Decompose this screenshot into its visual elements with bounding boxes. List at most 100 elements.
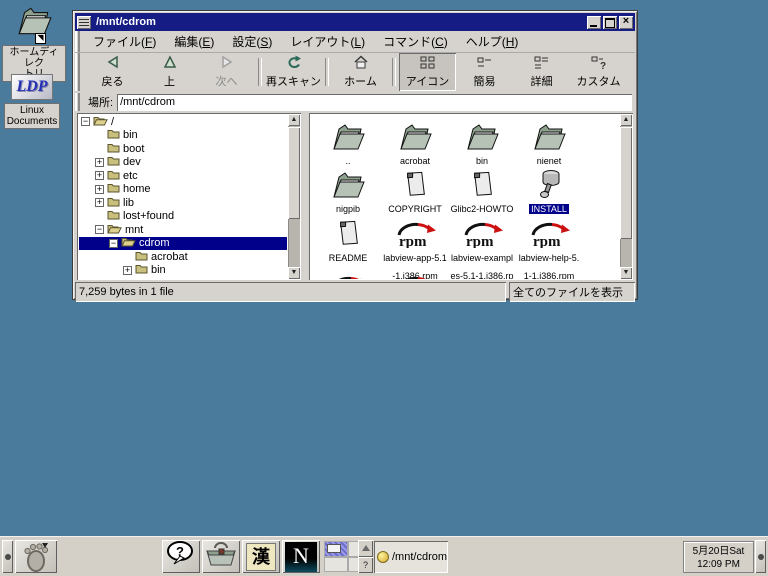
scroll-up-icon[interactable]: ▲: [620, 114, 632, 126]
directory-tree-pane: −/binboot+dev+etc+home+liblost+found−mnt…: [77, 113, 301, 280]
menu-item-help[interactable]: ヘルプ(H): [457, 31, 528, 52]
panel-hide-right-button[interactable]: [755, 540, 766, 573]
menu-item-settings[interactable]: 設定(S): [223, 31, 281, 52]
help-bubble-icon: ?: [166, 541, 196, 572]
expand-icon[interactable]: +: [95, 158, 104, 167]
tasklist-question-icon[interactable]: ?: [358, 557, 373, 574]
tasklist-mini-applet[interactable]: ?: [358, 540, 373, 573]
toolbar-button-forward[interactable]: 次へ: [198, 53, 255, 91]
scroll-down-icon[interactable]: ▼: [620, 267, 632, 279]
tree-item-/[interactable]: −/: [79, 115, 287, 129]
toolbar-button-up[interactable]: 上: [141, 53, 198, 91]
desktop-icon-ldp[interactable]: LDP Linux Documents: [0, 74, 64, 129]
toolbar-button-home[interactable]: ホーム: [332, 53, 389, 91]
tree-item-acrobat[interactable]: acrobat: [79, 250, 287, 264]
panel-hide-left-button[interactable]: [2, 540, 13, 573]
window-menu-icon[interactable]: [77, 16, 91, 29]
gnome-foot-icon: [23, 542, 49, 572]
file-README[interactable]: README: [316, 216, 380, 266]
menu-item-layout[interactable]: レイアウト(L): [281, 31, 374, 52]
file-Glibc2-HOWTO[interactable]: Glibc2-HOWTO: [450, 167, 514, 217]
menu-item-edit[interactable]: 編集(E): [165, 31, 223, 52]
file-label-text: COPYRIGHT: [388, 204, 442, 214]
file-acrobat[interactable]: acrobat: [383, 119, 447, 169]
maximize-button[interactable]: [603, 16, 617, 29]
scroll-up-icon[interactable]: ▲: [288, 114, 300, 126]
rpm-icon: rpm: [450, 216, 514, 248]
toolbar-button-brief-view[interactable]: 簡易: [456, 53, 513, 91]
expand-icon[interactable]: +: [95, 171, 104, 180]
tree-item-bin[interactable]: +bin: [79, 264, 287, 278]
folder-icon: [450, 119, 514, 151]
location-grip[interactable]: [75, 93, 80, 111]
tasklist-arrow-icon[interactable]: [358, 540, 373, 557]
file-bin[interactable]: bin: [450, 119, 514, 169]
launcher-help[interactable]: ?: [162, 540, 200, 573]
tree-item-lib[interactable]: +lib: [79, 196, 287, 210]
home-icon: [353, 55, 369, 72]
tree-item-dev[interactable]: +dev: [79, 156, 287, 170]
toolbar-button-rescan[interactable]: 再スキャン: [265, 53, 322, 91]
desktop-icon-home-directory[interactable]: ◥ ホームディレク トリ: [2, 5, 66, 82]
tree-item-home[interactable]: +home: [79, 183, 287, 197]
file-INSTALL[interactable]: INSTALL: [517, 167, 581, 217]
file-manager-window: /mnt/cdrom × ファイル(F)編集(E)設定(S)レイアウト(L)コマ…: [72, 10, 638, 300]
scrollbar-thumb[interactable]: [620, 127, 632, 239]
tree-item-cdrom[interactable]: −cdrom: [79, 237, 287, 251]
scroll-down-icon[interactable]: ▼: [288, 267, 300, 279]
files-scrollbar[interactable]: ▲ ▼: [620, 114, 632, 279]
expand-icon[interactable]: +: [95, 198, 104, 207]
collapse-icon[interactable]: −: [95, 225, 104, 234]
toolbar-button-detailed-view[interactable]: 詳細: [513, 53, 570, 91]
tree-item-etc[interactable]: +etc: [79, 169, 287, 183]
tree-item-boot[interactable]: boot: [79, 142, 287, 156]
menu-item-file[interactable]: ファイル(F): [84, 31, 165, 52]
pane-divider[interactable]: [301, 113, 309, 280]
file-partial-rpm[interactable]: rpm: [316, 270, 380, 279]
tree-item-mnt[interactable]: − mnt: [79, 223, 287, 237]
tree-scrollbar[interactable]: ▲ ▼: [288, 114, 300, 279]
file-..[interactable]: ..: [316, 119, 380, 169]
forward-arrow-icon: [219, 55, 235, 72]
file-labview-examples-5.1-1.i386.rpm[interactable]: rpmlabview-examples-5.1-1.i386.rpm: [450, 216, 514, 279]
expand-icon[interactable]: +: [123, 266, 132, 275]
expand-icon[interactable]: +: [95, 185, 104, 194]
clock-applet[interactable]: 5月20日Sat 12:09 PM: [683, 541, 754, 573]
file-nienet[interactable]: nienet: [517, 119, 581, 169]
folder-icon: [107, 128, 123, 142]
scrollbar-thumb[interactable]: [288, 127, 300, 219]
minimize-button[interactable]: [587, 16, 601, 29]
toolbar-separator: [325, 58, 329, 86]
folder-icon: [107, 142, 123, 156]
kanji-input-icon: 漢: [246, 543, 276, 571]
collapse-icon[interactable]: −: [81, 117, 90, 126]
close-button[interactable]: ×: [619, 16, 633, 29]
menu-item-commands[interactable]: コマンド(C): [374, 31, 457, 52]
file-labview-help-5.1-1.i386.rpm[interactable]: rpmlabview-help-5.1-1.i386.rpm: [517, 216, 581, 279]
tree-item-bin[interactable]: bin: [79, 129, 287, 143]
gnome-main-menu-button[interactable]: [15, 540, 57, 573]
pager-desktop[interactable]: [324, 557, 348, 573]
collapse-icon[interactable]: −: [109, 239, 118, 248]
pager-active-desktop[interactable]: [324, 541, 348, 557]
toolbar-button-custom-view[interactable]: ?カスタム: [570, 53, 627, 91]
launcher-netscape[interactable]: N: [282, 540, 320, 573]
launcher-config-toolbox[interactable]: [202, 540, 240, 573]
file-COPYRIGHT[interactable]: COPYRIGHT: [383, 167, 447, 217]
toolbar-button-icons-view[interactable]: アイコン: [399, 53, 456, 91]
location-input[interactable]: [117, 94, 632, 111]
file-partial-rpm[interactable]: rpm: [383, 270, 447, 279]
tree-item-label: mnt: [125, 224, 143, 236]
file-label-text: labview-help-5.1-1.i386.rpm: [519, 253, 580, 279]
launcher-japanese-input[interactable]: 漢: [242, 540, 280, 573]
menubar-grip[interactable]: [75, 31, 80, 52]
titlebar[interactable]: /mnt/cdrom ×: [75, 13, 635, 31]
tree-item-lost+found[interactable]: lost+found: [79, 210, 287, 224]
toolbar-button-back[interactable]: 戻る: [84, 53, 141, 91]
folder-icon: [107, 196, 123, 210]
task-button-file-manager[interactable]: /mnt/cdrom: [374, 541, 448, 573]
folder-icon: [107, 155, 123, 169]
toolbar-grip[interactable]: [75, 53, 80, 91]
rpm-icon: rpm: [316, 270, 380, 279]
file-nigpib[interactable]: nigpib: [316, 167, 380, 217]
